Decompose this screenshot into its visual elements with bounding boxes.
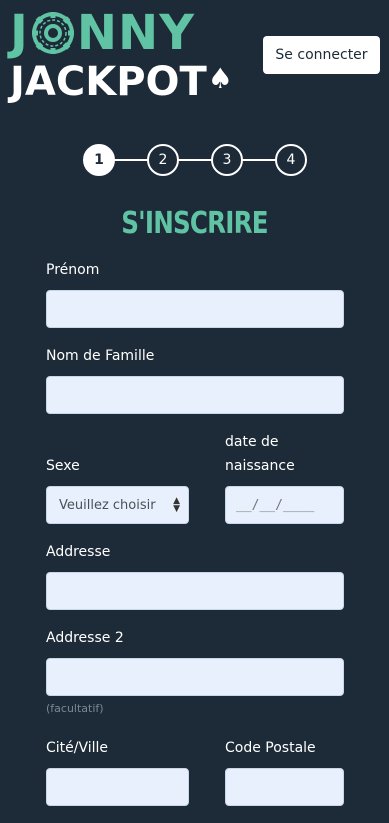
step-connector — [177, 159, 213, 161]
birthdate-label: date de naissance — [225, 430, 345, 478]
login-button[interactable]: Se connecter — [263, 36, 380, 74]
address2-hint: (facultatif) — [46, 702, 104, 715]
form-title: S'INSCRIRE — [121, 206, 268, 241]
last-name-input[interactable] — [46, 376, 344, 414]
step-connector — [113, 159, 149, 161]
sex-label: Sexe — [46, 458, 80, 474]
postal-code-label: Code Postale — [225, 740, 316, 756]
address-input[interactable] — [46, 572, 344, 610]
step-4[interactable]: 4 — [275, 144, 307, 176]
address2-input[interactable] — [46, 658, 344, 696]
sex-select-value: Veuillez choisir — [59, 497, 156, 513]
logo-bottom-row: JACKPOT ♠ — [10, 60, 233, 104]
step-3[interactable]: 3 — [211, 144, 243, 176]
step-2[interactable]: 2 — [147, 144, 179, 176]
brand-logo[interactable]: J NNY JACKPOT ♠ — [10, 8, 233, 104]
spade-icon: ♠ — [207, 62, 233, 95]
logo-letters-nny: NNY — [76, 5, 195, 61]
step-connector — [241, 159, 277, 161]
birthdate-label-line2: naissance — [225, 458, 295, 474]
select-arrows-icon: ▲ ▼ — [173, 496, 180, 514]
address-label: Addresse — [46, 544, 111, 560]
sex-select[interactable]: Veuillez choisir ▲ ▼ — [46, 486, 189, 524]
logo-top-row: J NNY — [10, 8, 195, 58]
address2-label: Addresse 2 — [46, 630, 124, 646]
logo-jackpot-text: JACKPOT — [10, 59, 207, 105]
logo-letter-j: J — [10, 5, 29, 61]
birthdate-label-line1: date de — [225, 434, 279, 450]
step-indicator: 1 2 3 4 — [83, 144, 308, 176]
city-input[interactable] — [46, 768, 189, 806]
postal-code-input[interactable] — [225, 768, 344, 806]
first-name-label: Prénom — [46, 262, 100, 278]
last-name-label: Nom de Famille — [46, 348, 155, 364]
step-1[interactable]: 1 — [83, 144, 115, 176]
birthdate-input[interactable] — [225, 486, 344, 524]
first-name-input[interactable] — [46, 290, 344, 328]
casino-chip-icon — [31, 12, 74, 54]
city-label: Cité/Ville — [46, 740, 109, 756]
